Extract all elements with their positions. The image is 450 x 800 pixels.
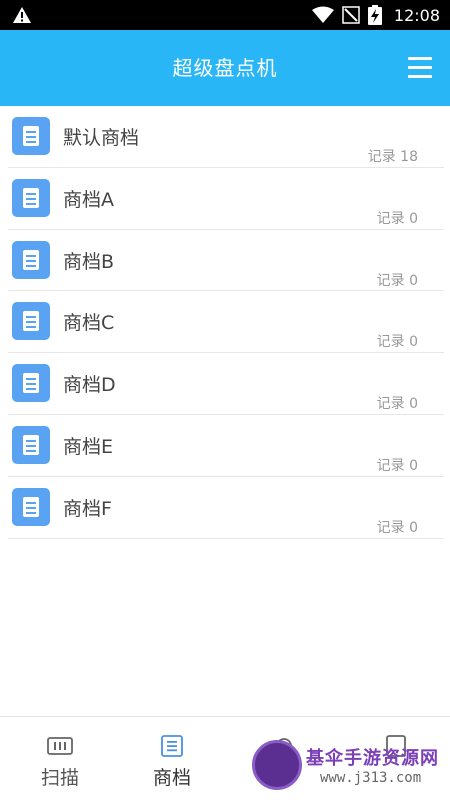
- list-item-count: 记录 0: [376, 519, 418, 536]
- list-item-count: 记录 0: [376, 457, 418, 474]
- barcode-icon: [47, 737, 73, 755]
- document-icon: [12, 240, 50, 279]
- battery-charging-icon: [367, 5, 382, 25]
- list-item-name: 默认商档: [63, 127, 140, 149]
- app-bar: 超级盘点机: [0, 30, 450, 106]
- list-item-name: 商档E: [63, 435, 114, 458]
- list-item-count: 记录 0: [376, 396, 418, 413]
- list-item[interactable]: 默认商档 记录 18: [0, 106, 450, 168]
- watermark-logo-icon: [252, 740, 302, 790]
- no-signal-icon: [342, 6, 360, 24]
- list-item-name: 商档A: [63, 188, 114, 211]
- list-item[interactable]: 商档D 记录 0: [0, 353, 450, 415]
- list-item[interactable]: 商档F 记录 0: [0, 477, 450, 539]
- document-icon: [12, 425, 50, 464]
- document-icon: [12, 302, 50, 341]
- watermark: 基伞手游资源网 www.j313.com: [250, 738, 446, 794]
- wifi-icon: [311, 6, 334, 23]
- list-item-count: 记录 0: [376, 210, 418, 227]
- list-item-count: 记录 18: [367, 149, 418, 165]
- list-item-count: 记录 0: [376, 272, 418, 289]
- list-item-name: 商档C: [63, 312, 115, 335]
- warning-icon: [13, 7, 31, 23]
- divider: [8, 537, 444, 539]
- list-item[interactable]: 商档A 记录 0: [0, 168, 450, 230]
- page-title: 超级盘点机: [172, 56, 278, 80]
- list-item[interactable]: 商档E 记录 0: [0, 415, 450, 477]
- list-item-name: 商档D: [63, 374, 116, 397]
- status-bar: 12:08: [0, 0, 450, 30]
- tab-archive-label: 商档: [152, 767, 191, 789]
- watermark-text: 基伞手游资源网: [306, 748, 439, 769]
- document-icon: [12, 178, 50, 217]
- list-item[interactable]: 商档C 记录 0: [0, 291, 450, 354]
- file-list: 默认商档 记录 18 商档A 记录 0 商档B 记录 0 商档C 记录 0 商档…: [0, 106, 450, 539]
- list-item-count: 记录 0: [376, 334, 418, 351]
- document-icon: [12, 364, 50, 403]
- tab-scan-label: 扫描: [40, 767, 79, 789]
- watermark-url: www.j313.com: [320, 770, 422, 786]
- tab-archive[interactable]: 商档: [116, 717, 228, 800]
- list-item[interactable]: 商档B 记录 0: [0, 230, 450, 292]
- menu-icon: [408, 57, 432, 60]
- document-icon: [12, 117, 50, 155]
- tab-scan[interactable]: 扫描: [4, 717, 116, 800]
- menu-button[interactable]: [406, 54, 434, 82]
- list-item-name: 商档B: [63, 250, 115, 273]
- list-icon: [161, 735, 183, 757]
- list-item-name: 商档F: [63, 497, 112, 520]
- document-icon: [12, 487, 50, 526]
- status-time: 12:08: [393, 5, 440, 25]
